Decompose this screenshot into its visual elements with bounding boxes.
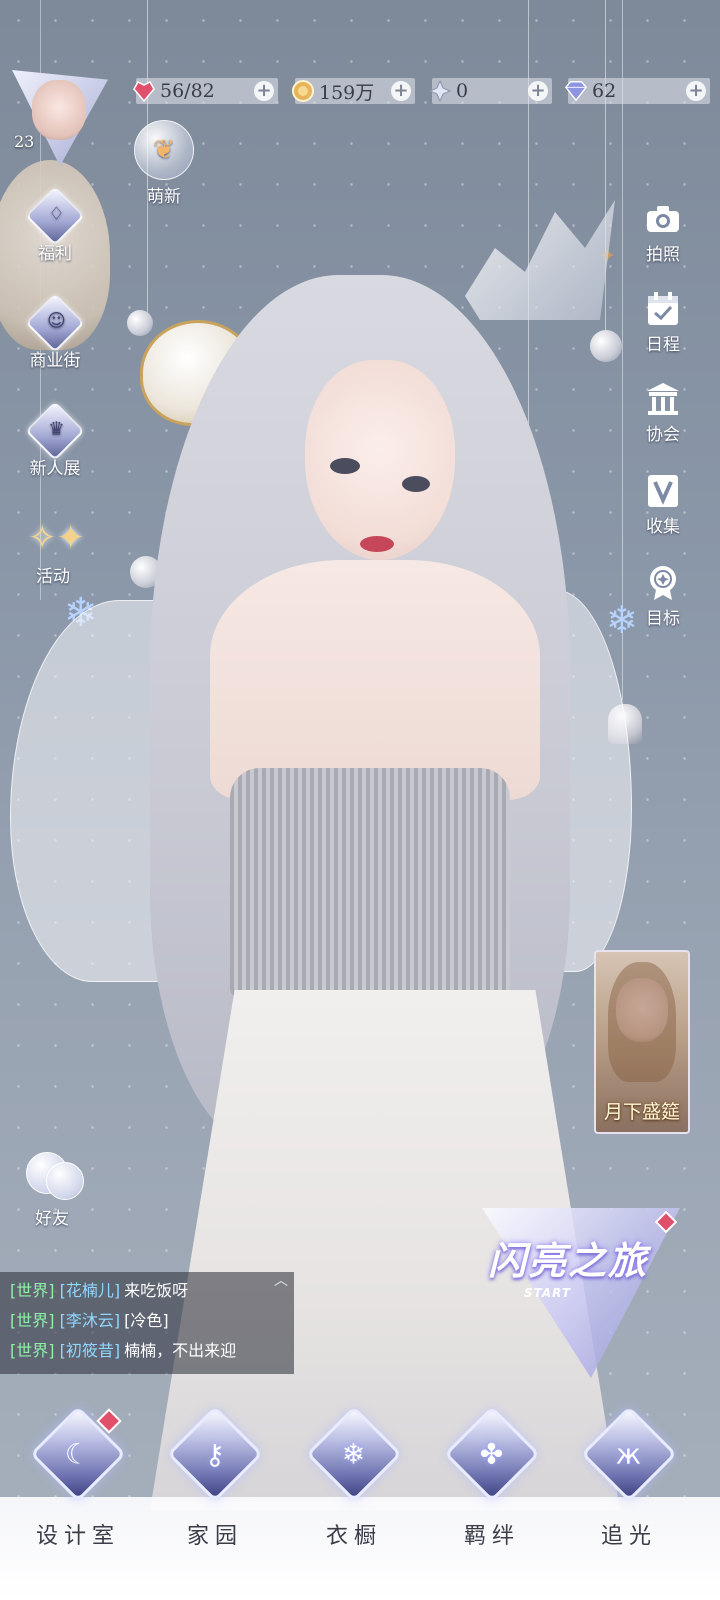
promo-hair <box>608 962 676 1082</box>
medal-icon <box>644 564 682 602</box>
collection-icon <box>644 472 682 510</box>
chat-channel: [世界] <box>10 1281 55 1300</box>
photo-button[interactable]: 拍照 <box>630 200 696 265</box>
promo-card[interactable]: 月下盛筵 <box>594 950 690 1134</box>
nav-wardrobe[interactable]: ❄ 衣橱 <box>299 1405 409 1550</box>
key-icon: ⚷ <box>166 1405 264 1503</box>
newcomer-exhibit-button[interactable]: ♛ 新人展 <box>12 401 98 479</box>
world-chat-panel[interactable]: ︿ [世界] [花楠儿] 来吃饭呀 [世界] [李沐云] [冷色] [世界] [初筱… <box>0 1272 294 1374</box>
player-level: 23 <box>14 132 35 151</box>
add-stamina-button[interactable]: + <box>254 81 274 101</box>
hanging-string <box>622 0 623 700</box>
player-avatar[interactable]: 23 <box>12 70 108 166</box>
hanging-string <box>605 0 606 340</box>
nav-home-label: 家园 <box>186 1524 243 1549</box>
shopping-street-button[interactable]: ☺ 商业街 <box>12 293 98 371</box>
character-face <box>305 360 455 560</box>
gold-coin-icon <box>291 79 315 103</box>
friends-button[interactable]: 好友 <box>14 1150 90 1229</box>
diamond-icon <box>564 79 588 103</box>
character-eye <box>402 476 430 492</box>
guild-button[interactable]: 协会 <box>630 380 696 445</box>
shine-journey-start: START <box>524 1286 572 1300</box>
avatar-portrait <box>32 80 86 140</box>
chat-text: 来吃饭呀 <box>124 1281 189 1300</box>
shine-journey-button[interactable]: 闪亮之旅 START <box>482 1208 680 1378</box>
character-eye <box>330 458 360 474</box>
balloon-icon: ♢ <box>25 186 85 246</box>
guild-building-icon <box>644 380 682 418</box>
shine-journey-title: 闪亮之旅 <box>488 1238 649 1283</box>
welfare-button[interactable]: ♢ 福利 <box>16 186 94 264</box>
character-lips <box>360 536 394 552</box>
dress-bodice <box>230 768 510 998</box>
stars-icon: ✧✦ <box>28 518 85 558</box>
newbie-event-button[interactable]: ❦ 萌新 <box>126 120 202 207</box>
crystal-value: 0 <box>456 80 469 102</box>
pearl-ornament <box>127 310 153 336</box>
goal-label: 目标 <box>646 609 680 629</box>
currency-gold[interactable]: 159万 + <box>292 78 415 104</box>
nav-bonds-label: 羁绊 <box>463 1524 520 1549</box>
collection-label: 收集 <box>646 517 680 537</box>
chat-message: [世界] [李沐云] [冷色] <box>0 1306 294 1336</box>
shop-bag-icon: ☺ <box>25 293 85 353</box>
clover-icon: ✤ <box>443 1405 541 1503</box>
schedule-label: 日程 <box>646 335 680 355</box>
add-crystal-button[interactable]: + <box>528 81 548 101</box>
add-diamond-button[interactable]: + <box>686 81 706 101</box>
nav-chase-light-label: 追光 <box>600 1524 657 1549</box>
nav-home[interactable]: ⚷ 家园 <box>160 1405 270 1550</box>
chat-username[interactable]: [花楠儿] <box>60 1281 121 1300</box>
friends-label: 好友 <box>35 1209 69 1229</box>
snow-crystal-icon <box>428 79 452 103</box>
nav-chase-light[interactable]: ж 追光 <box>574 1405 684 1550</box>
add-gold-button[interactable]: + <box>391 81 411 101</box>
chat-message: [世界] [花楠儿] 来吃饭呀 <box>0 1276 294 1306</box>
nav-wardrobe-label: 衣橱 <box>325 1524 382 1549</box>
activity-button[interactable]: ✧✦ 活动 <box>14 516 92 587</box>
butterfly-icon: ж <box>580 1405 678 1503</box>
pearl-ornament <box>590 330 622 362</box>
currency-stamina[interactable]: 56/82 + <box>133 78 278 104</box>
chat-channel: [世界] <box>10 1341 55 1360</box>
camera-icon <box>644 200 682 238</box>
photo-label: 拍照 <box>646 245 680 265</box>
butterfly-bubble-icon: ❦ <box>134 120 194 180</box>
stamina-value: 56/82 <box>160 80 215 102</box>
currency-crystal[interactable]: 0 + <box>428 78 552 104</box>
guild-label: 协会 <box>646 425 680 445</box>
crown-icon: ♛ <box>25 401 85 461</box>
diamond-value: 62 <box>592 80 617 102</box>
nav-design-studio[interactable]: ☾ 设计室 <box>23 1405 133 1550</box>
calendar-icon <box>644 290 682 328</box>
chat-message: [世界] [初筱昔] 楠楠，不出来迎 <box>0 1336 294 1366</box>
chat-collapse-icon[interactable]: ︿ <box>274 1270 288 1290</box>
gold-value: 159万 <box>319 81 375 104</box>
chat-channel: [世界] <box>10 1311 55 1330</box>
chat-text: [冷色] <box>124 1311 169 1330</box>
schedule-button[interactable]: 日程 <box>630 290 696 355</box>
snowflake-icon: ❄ <box>305 1405 403 1503</box>
goal-button[interactable]: 目标 <box>630 564 696 629</box>
chat-username[interactable]: [初筱昔] <box>60 1341 121 1360</box>
nav-bonds[interactable]: ✤ 羁绊 <box>437 1405 547 1550</box>
heart-gem-icon <box>132 79 156 103</box>
newbie-label: 萌新 <box>147 187 181 207</box>
hanging-string <box>528 0 529 480</box>
nav-design-studio-label: 设计室 <box>35 1524 120 1549</box>
chat-text: 楠楠，不出来迎 <box>124 1341 237 1360</box>
friends-icon <box>22 1150 84 1202</box>
currency-diamond[interactable]: 62 + <box>564 78 710 104</box>
character-skin <box>210 560 540 800</box>
chat-username[interactable]: [李沐云] <box>60 1311 121 1330</box>
collection-button[interactable]: 收集 <box>630 472 696 537</box>
promo-title: 月下盛筵 <box>603 1101 680 1123</box>
activity-label: 活动 <box>36 567 70 587</box>
